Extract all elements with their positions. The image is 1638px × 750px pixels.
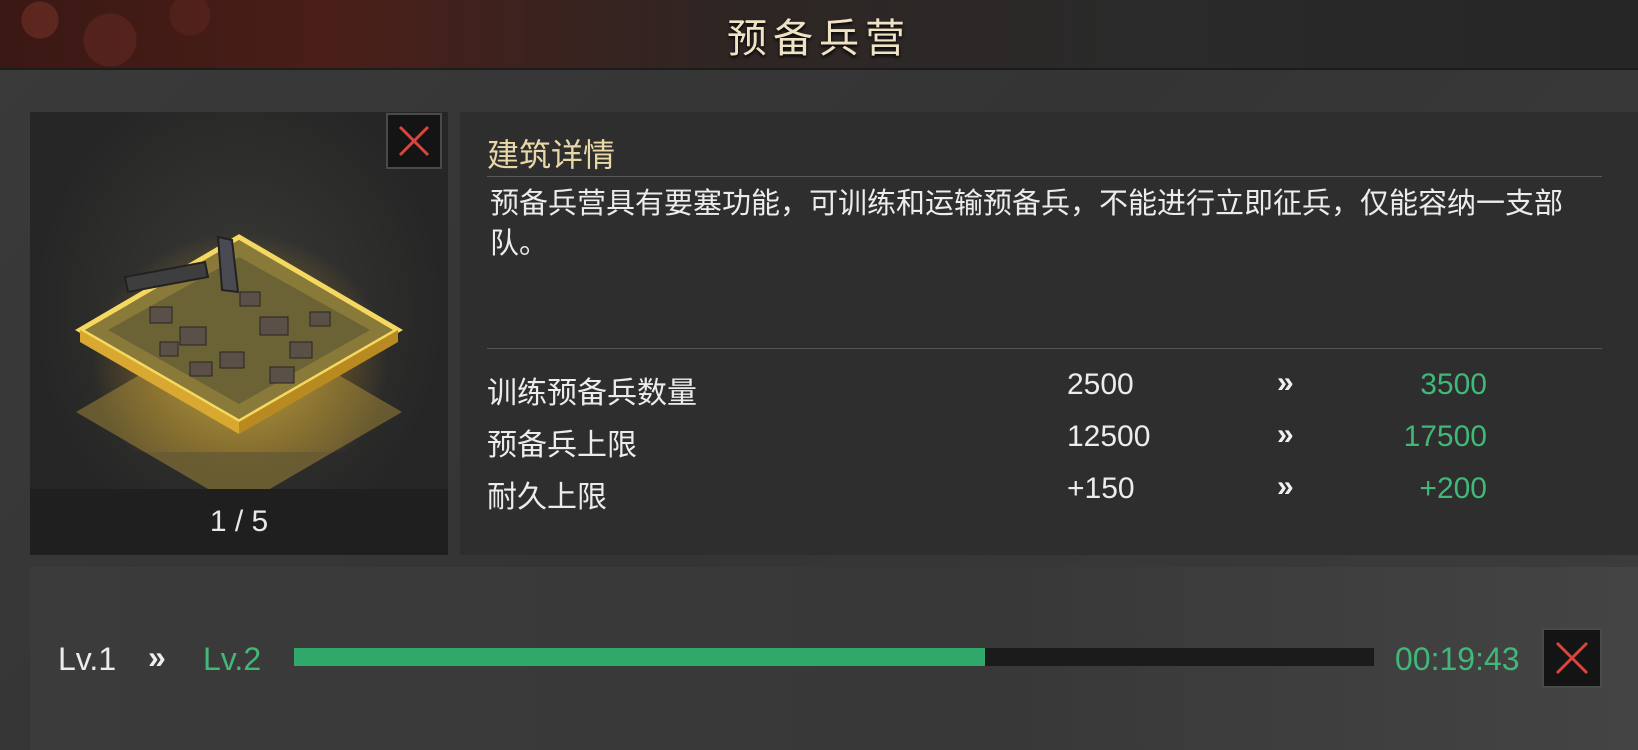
stat-row-reserve-cap: 预备兵上限 12500 » 17500 [487, 412, 1587, 464]
cancel-upgrade-button[interactable] [1542, 628, 1602, 688]
stat-current: +150 [1067, 472, 1135, 505]
heading-divider [487, 176, 1602, 177]
title-bar: 预备兵营 [0, 0, 1638, 70]
double-chevron-icon: » [1277, 366, 1294, 399]
upgrade-panel: Lv.1 » Lv.2 00:19:43 [30, 567, 1638, 750]
stat-current: 2500 [1067, 368, 1134, 401]
close-x-icon [1555, 641, 1589, 675]
stat-label: 耐久上限 [487, 481, 607, 514]
stat-row-durability-cap: 耐久上限 +150 » +200 [487, 464, 1587, 516]
progress-fill [294, 648, 986, 666]
stat-row-train-count: 训练预备兵数量 2500 » 3500 [487, 360, 1587, 412]
stat-current: 12500 [1067, 420, 1151, 453]
stat-next: +200 [1419, 472, 1487, 505]
building-description: 预备兵营具有要塞功能，可训练和运输预备兵，不能进行立即征兵，仅能容纳一支部队。 [490, 188, 1564, 260]
stat-label: 预备兵上限 [487, 429, 637, 462]
stat-next: 17500 [1403, 420, 1487, 453]
double-chevron-icon: » [148, 639, 166, 675]
image-pager: 1 / 5 [30, 489, 448, 555]
details-heading: 建筑详情 [487, 137, 616, 173]
stats-table: 训练预备兵数量 2500 » 3500 预备兵上限 12500 » 17500 … [487, 360, 1587, 516]
next-level: Lv.2 [203, 641, 262, 677]
double-chevron-icon: » [1277, 470, 1294, 503]
upgrade-timer: 00:19:43 [1395, 641, 1520, 677]
current-level: Lv.1 [58, 641, 117, 677]
preview-close-button[interactable] [386, 113, 442, 169]
upgrade-progress-bar [294, 648, 1374, 666]
building-preview: 1 / 5 [30, 112, 448, 555]
building-details-panel: 建筑详情 预备兵营具有要塞功能，可训练和运输预备兵，不能进行立即征兵，仅能容纳一… [460, 112, 1638, 555]
stat-label: 训练预备兵数量 [487, 377, 697, 410]
window-title: 预备兵营 [727, 16, 911, 62]
stat-next: 3500 [1420, 368, 1487, 401]
double-chevron-icon: » [1277, 418, 1294, 451]
stats-divider [487, 348, 1602, 349]
close-x-icon [398, 125, 430, 157]
